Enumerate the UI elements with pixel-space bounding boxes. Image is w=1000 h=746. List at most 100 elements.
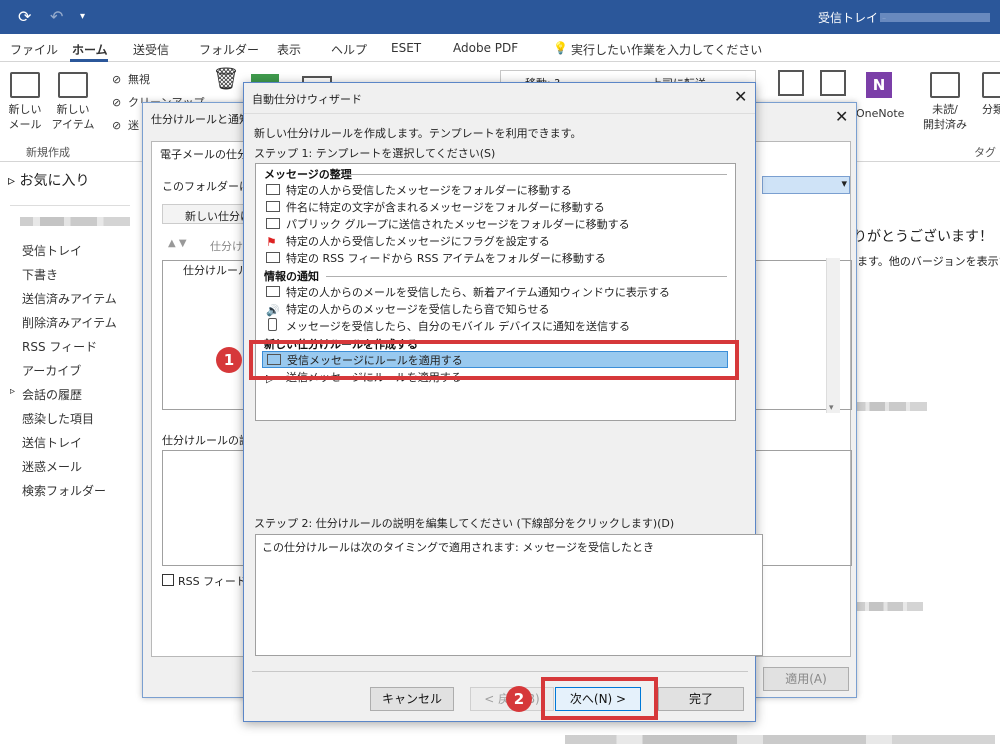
rule-description-box[interactable]: この仕分けルールは次のタイミングで適用されます: メッセージを受信したとき bbox=[255, 534, 763, 656]
reading-pane: りがとうございます！ ます。他のバージョンを表示する bbox=[853, 162, 1000, 746]
template-list[interactable]: メッセージの整理 特定の人から受信したメッセージをフォルダーに移動する 件名に特… bbox=[255, 163, 736, 421]
onenote-icon[interactable]: N bbox=[866, 72, 892, 98]
template-item[interactable]: 特定の人から受信したメッセージをフォルダーに移動する bbox=[266, 182, 572, 199]
undo-icon[interactable]: ↶ bbox=[50, 7, 63, 26]
template-item[interactable]: 特定の RSS フィードから RSS アイテムをフォルダーに移動する bbox=[266, 250, 606, 267]
window-title: 受信トレイ - bbox=[818, 11, 887, 25]
scrollbar[interactable]: ▾ bbox=[826, 258, 840, 413]
template-item[interactable]: 特定の人からのメールを受信したら、新着アイテム通知ウィンドウに表示する bbox=[266, 284, 670, 301]
folder-rss[interactable]: RSS フィード bbox=[22, 338, 97, 355]
ignore-button[interactable]: 無視 bbox=[128, 72, 150, 87]
section-title: 情報の通知 bbox=[264, 270, 319, 283]
section-divider bbox=[344, 174, 727, 175]
rules-wizard-dialog: 自動仕分けウィザード ✕ 新しい仕分けルールを作成します。テンプレートを利用でき… bbox=[243, 82, 763, 722]
rules-dialog-title: 仕分けルールと通知 bbox=[151, 113, 250, 126]
rss-checkbox[interactable] bbox=[162, 574, 174, 586]
move-up-icon[interactable]: ▲ ▼ bbox=[168, 238, 187, 249]
close-icon[interactable]: ✕ bbox=[835, 107, 848, 126]
new-mail-label: 新しい メール bbox=[8, 103, 42, 131]
template-label: 特定の人からのメールを受信したら、新着アイテム通知ウィンドウに表示する bbox=[286, 286, 670, 299]
redacted-account bbox=[880, 13, 990, 22]
folder-junk[interactable]: 迷惑メール bbox=[22, 458, 82, 475]
sync-icon[interactable]: ⟳ bbox=[18, 7, 31, 26]
folder-archive[interactable]: アーカイブ bbox=[22, 362, 81, 379]
customize-quick-access-icon[interactable]: ▾ bbox=[80, 11, 85, 22]
tab-adobe-pdf[interactable]: Adobe PDF bbox=[453, 41, 518, 55]
tab-email-rules[interactable]: 電子メールの仕分 bbox=[160, 146, 248, 162]
delete-icon[interactable]: 🗑 bbox=[212, 69, 240, 91]
template-item[interactable]: ⚑ 特定の人から受信したメッセージにフラグを設定する bbox=[266, 233, 550, 250]
new-items-button[interactable]: 新しい アイテム bbox=[48, 72, 98, 132]
folder-inbox[interactable]: 受信トレイ bbox=[22, 242, 82, 259]
highlight-box-2 bbox=[541, 677, 658, 720]
mobile-icon bbox=[268, 318, 277, 331]
flag-icon: ⚑ bbox=[266, 235, 277, 249]
folder-move-icon bbox=[266, 218, 280, 229]
tab-eset[interactable]: ESET bbox=[391, 41, 421, 55]
redacted-text bbox=[565, 735, 995, 744]
group-label-tags: タグ bbox=[974, 146, 996, 159]
folder-dropdown[interactable]: ▾ bbox=[762, 176, 850, 194]
redacted-account-name bbox=[20, 217, 130, 226]
folder-infected[interactable]: 感染した項目 bbox=[22, 410, 94, 427]
finish-button[interactable]: 完了 bbox=[658, 687, 744, 711]
highlight-box-1 bbox=[249, 340, 739, 380]
categorize-button[interactable]: 分類 bbox=[978, 72, 1000, 117]
group-label-new: 新規作成 bbox=[26, 146, 70, 159]
tab-view[interactable]: 表示 bbox=[277, 41, 301, 58]
template-item[interactable]: 🔊 特定の人からのメッセージを受信したら音で知らせる bbox=[266, 301, 550, 318]
chevron-down-icon: ▾ bbox=[841, 177, 847, 190]
onenote-button[interactable]: OneNote bbox=[856, 106, 904, 121]
nav-divider bbox=[10, 205, 130, 206]
new-mail-button[interactable]: 新しい メール bbox=[4, 72, 46, 132]
reading-sub: ます。他のバージョンを表示する bbox=[857, 255, 1000, 268]
template-item[interactable]: メッセージを受信したら、自分のモバイル デバイスに通知を送信する bbox=[266, 318, 630, 335]
template-item[interactable]: 件名に特定の文字が含まれるメッセージをフォルダーに移動する bbox=[266, 199, 605, 216]
rule-description-label: 仕分けルールの説 bbox=[162, 434, 250, 447]
tab-file[interactable]: ファイル bbox=[10, 41, 58, 58]
title-bar: ⟳ ↶ ▾ 受信トレイ - bbox=[0, 0, 1000, 34]
new-rule-button[interactable]: 新しい仕分け bbox=[162, 204, 252, 224]
open-envelope-icon bbox=[930, 72, 960, 98]
tab-folder[interactable]: フォルダー bbox=[199, 41, 259, 58]
junk-button[interactable]: 迷 bbox=[128, 118, 139, 133]
tab-send-receive[interactable]: 送受信 bbox=[133, 41, 169, 58]
template-label: 特定の RSS フィードから RSS アイテムをフォルダーに移動する bbox=[286, 252, 606, 265]
favorites-label: お気に入り bbox=[19, 173, 90, 189]
folder-move-icon bbox=[266, 184, 280, 195]
cancel-button[interactable]: キャンセル bbox=[370, 687, 454, 711]
lightbulb-icon[interactable]: 💡 bbox=[553, 41, 568, 55]
folder-deleted[interactable]: 削除済みアイテム bbox=[22, 314, 117, 331]
unread-read-label: 未読/ 開封済み bbox=[923, 103, 967, 131]
reading-thanks: りがとうございます！ bbox=[853, 229, 993, 245]
junk-icon: ⊘ bbox=[112, 119, 122, 132]
tab-home[interactable]: ホーム bbox=[72, 41, 108, 58]
folder-move-icon bbox=[266, 252, 280, 263]
ignore-icon: ⊘ bbox=[112, 73, 122, 86]
unread-read-button[interactable]: 未読/ 開封済み bbox=[916, 72, 974, 132]
apply-button[interactable]: 適用(A) bbox=[763, 667, 849, 691]
expand-chevron-icon[interactable]: ▹ bbox=[10, 386, 15, 397]
folder-move-icon bbox=[266, 201, 280, 212]
folder-search[interactable]: 検索フォルダー bbox=[22, 482, 106, 499]
step1-label: ステップ 1: テンプレートを選択してください(S) bbox=[254, 147, 496, 160]
folder-sent[interactable]: 送信済みアイテム bbox=[22, 290, 117, 307]
section-divider bbox=[326, 276, 727, 277]
wizard-title: 自動仕分けウィザード bbox=[252, 93, 362, 106]
close-icon[interactable]: ✕ bbox=[734, 87, 747, 106]
move-icon[interactable] bbox=[778, 70, 804, 96]
callout-badge-2: 2 bbox=[506, 686, 532, 712]
alert-mail-icon bbox=[266, 286, 280, 297]
tell-me-input[interactable]: 実行したい作業を入力してください bbox=[571, 41, 762, 58]
favorites-header[interactable]: ▹ お気に入り bbox=[8, 170, 89, 190]
tab-help[interactable]: ヘルプ bbox=[331, 41, 367, 58]
section-title: メッセージの整理 bbox=[264, 168, 352, 181]
rules-icon[interactable] bbox=[820, 70, 846, 96]
template-item[interactable]: パブリック グループに送信されたメッセージをフォルダーに移動する bbox=[266, 216, 630, 233]
template-label: 特定の人からのメッセージを受信したら音で知らせる bbox=[286, 303, 550, 316]
folder-drafts[interactable]: 下書き bbox=[22, 266, 58, 283]
folder-conversation-history[interactable]: 会話の履歴 bbox=[22, 386, 82, 403]
redacted-text bbox=[857, 602, 923, 611]
folder-outbox[interactable]: 送信トレイ bbox=[22, 434, 82, 451]
scroll-down-icon[interactable]: ▾ bbox=[829, 403, 834, 413]
